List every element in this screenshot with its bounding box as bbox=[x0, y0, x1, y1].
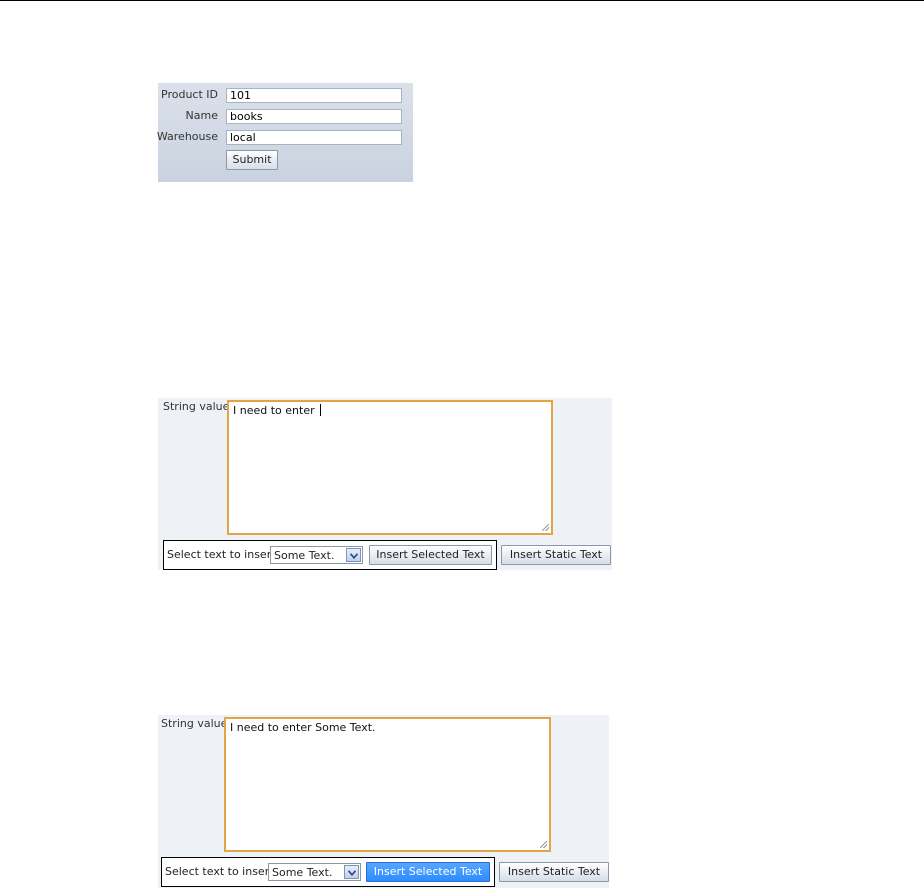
product-form: Product ID 101 Name books Warehouse loca… bbox=[156, 83, 413, 182]
insert-static-text-button[interactable]: Insert Static Text bbox=[499, 862, 609, 882]
editor-panel-before: String value I need to enter Select text… bbox=[158, 398, 612, 570]
name-label: Name bbox=[185, 109, 218, 122]
text-caret bbox=[320, 404, 322, 416]
string-value-textarea[interactable]: I need to enter Some Text. bbox=[224, 717, 551, 852]
insert-text-select[interactable]: Some Text. bbox=[268, 863, 361, 881]
name-row: Name books bbox=[158, 105, 413, 125]
insert-text-select-value: Some Text. bbox=[272, 866, 333, 879]
resize-grip-icon[interactable] bbox=[542, 524, 549, 531]
warehouse-row: Warehouse local bbox=[156, 126, 413, 146]
product-id-label: Product ID bbox=[161, 88, 218, 101]
insert-static-text-button[interactable]: Insert Static Text bbox=[501, 545, 611, 565]
warehouse-input[interactable]: local bbox=[226, 130, 402, 145]
insert-toolbar: Select text to insert Some Text. Insert … bbox=[161, 857, 495, 887]
insert-selected-text-button[interactable]: Insert Selected Text bbox=[366, 862, 490, 882]
insert-text-select-value: Some Text. bbox=[274, 549, 335, 562]
string-value-label: String value bbox=[161, 717, 228, 730]
insert-selected-text-button[interactable]: Insert Selected Text bbox=[369, 545, 492, 565]
string-value-textarea[interactable]: I need to enter bbox=[227, 400, 553, 535]
name-input[interactable]: books bbox=[226, 109, 402, 124]
top-rule bbox=[0, 0, 924, 1]
select-text-label: Select text to insert bbox=[167, 548, 276, 561]
select-text-label: Select text to insert bbox=[165, 865, 274, 878]
submit-button[interactable]: Submit bbox=[226, 150, 278, 170]
textarea-text: I need to enter Some Text. bbox=[230, 721, 376, 734]
resize-grip-icon[interactable] bbox=[540, 841, 547, 848]
chevron-down-icon[interactable] bbox=[344, 865, 359, 879]
textarea-text: I need to enter bbox=[233, 404, 319, 417]
product-id-input[interactable]: 101 bbox=[226, 88, 402, 103]
string-value-label: String value bbox=[163, 400, 230, 413]
warehouse-label: Warehouse bbox=[156, 130, 218, 143]
insert-text-select[interactable]: Some Text. bbox=[270, 546, 363, 564]
editor-panel-after: String value I need to enter Some Text. … bbox=[158, 715, 609, 888]
product-id-row: Product ID 101 bbox=[158, 84, 413, 104]
insert-toolbar: Select text to insert Some Text. Insert … bbox=[163, 540, 497, 570]
chevron-down-icon[interactable] bbox=[346, 548, 361, 562]
